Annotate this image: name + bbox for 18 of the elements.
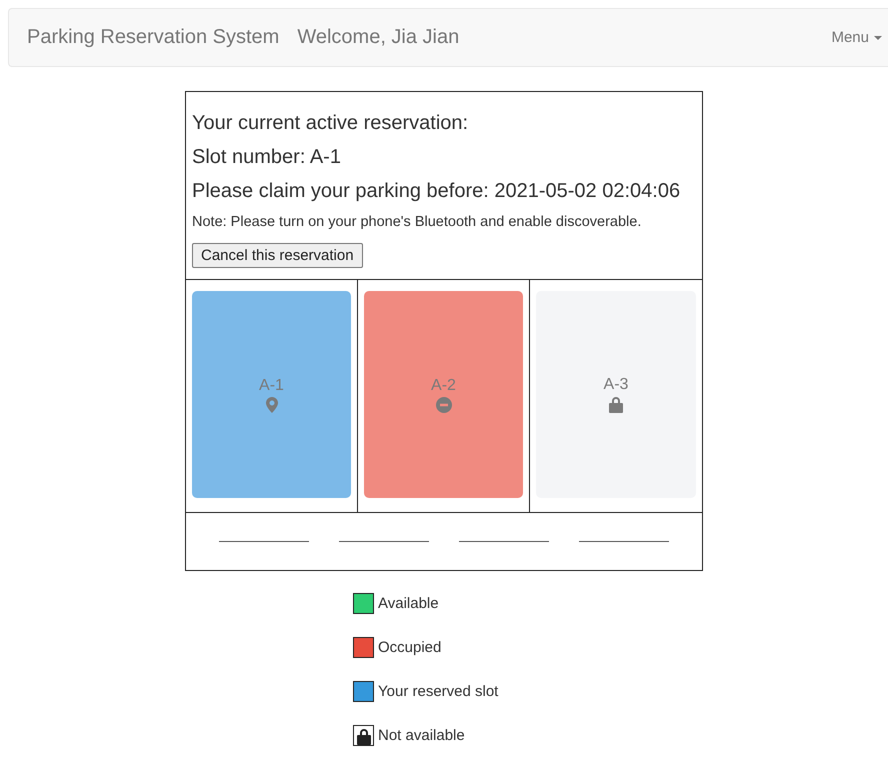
parking-slot[interactable]: A-3 — [536, 291, 696, 498]
bluetooth-note: Note: Please turn on your phone's Bluetooth and enable discoverable. — [192, 214, 642, 230]
legend-label: Occupied — [378, 639, 442, 656]
slot-label: A-3 — [604, 376, 628, 394]
deadline-text: Please claim your parking before: 2021-05-02 02:04:06 — [192, 180, 682, 203]
legend-label: Available — [378, 595, 439, 612]
menu-dropdown[interactable]: Menu — [831, 29, 882, 46]
slot-label: A-2 — [431, 376, 456, 394]
brand-title[interactable]: Parking Reservation System — [27, 26, 280, 49]
welcome-text: Welcome, Jia Jian — [297, 26, 460, 49]
cancel-button[interactable]: Cancel this reservation — [192, 243, 363, 268]
legend-label: Your reserved slot — [378, 683, 498, 700]
slot-number-text: Slot number: A-1 — [192, 146, 342, 169]
pin-icon — [266, 396, 278, 412]
lock-icon — [608, 396, 624, 413]
reservation-heading: Your current active reservation: — [192, 112, 470, 135]
slot-label: A-1 — [259, 376, 284, 394]
legend-label: Not available — [378, 727, 465, 744]
